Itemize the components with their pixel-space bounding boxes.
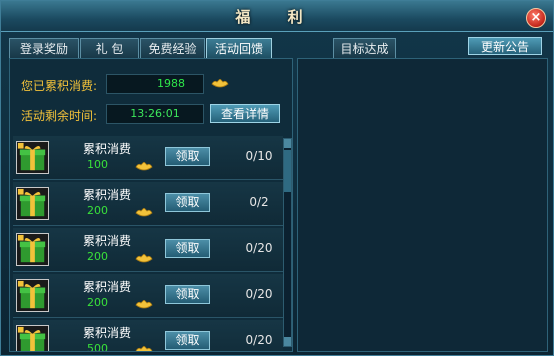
reward-row: 累积消费 200 领取 0/20 — [13, 274, 283, 318]
time-remaining-value: 13:26:01 — [106, 104, 204, 124]
close-icon: × — [530, 10, 542, 25]
reward-progress: 0/20 — [245, 287, 273, 301]
tab-gift-pack[interactable]: 礼 包 — [80, 38, 139, 58]
reward-name: 累积消费 — [83, 234, 132, 248]
reward-name: 累积消费 — [83, 326, 132, 340]
scroll-down-icon[interactable] — [284, 337, 291, 346]
reward-row: 累积消费 200 领取 0/2 — [13, 182, 283, 226]
gift-box-icon — [16, 233, 49, 266]
reward-amount: 500 — [87, 342, 108, 351]
gift-box-icon — [16, 325, 49, 351]
gold-ingot-icon — [135, 300, 153, 309]
claim-button[interactable]: 领取 — [165, 193, 210, 212]
window-title: 福 利 — [235, 8, 319, 26]
spent-label: 您已累积消费: — [21, 79, 98, 93]
reward-progress: 0/10 — [245, 149, 273, 163]
view-details-button[interactable]: 查看详情 — [210, 104, 280, 123]
tab-goal-achieved[interactable]: 目标达成 — [333, 38, 396, 58]
claim-button[interactable]: 领取 — [165, 147, 210, 166]
reward-name: 累积消费 — [83, 142, 132, 156]
announcement-panel — [297, 58, 548, 352]
reward-amount: 200 — [87, 250, 108, 263]
gold-ingot-icon — [135, 254, 153, 263]
welfare-window: 福 利 × 登录奖励 礼 包 免费经验 活动回馈 目标达成 更新公告 您已累积消… — [0, 0, 554, 356]
reward-amount: 200 — [87, 204, 108, 217]
reward-row: 累积消费 200 领取 0/20 — [13, 228, 283, 272]
reward-amount: 200 — [87, 296, 108, 309]
reward-amount: 100 — [87, 158, 108, 171]
gold-ingot-icon — [135, 346, 153, 351]
gift-box-icon — [16, 141, 49, 174]
gold-ingot-icon — [211, 79, 229, 88]
tab-free-exp[interactable]: 免费经验 — [140, 38, 205, 58]
tab-login-reward[interactable]: 登录奖励 — [9, 38, 79, 58]
reward-name: 累积消费 — [83, 280, 132, 294]
title-bar: 福 利 × — [1, 1, 553, 32]
scroll-thumb[interactable] — [284, 150, 291, 192]
reward-progress: 0/2 — [249, 195, 269, 209]
gold-ingot-icon — [135, 162, 153, 171]
reward-name: 累积消费 — [83, 188, 132, 202]
reward-progress: 0/20 — [245, 241, 273, 255]
claim-button[interactable]: 领取 — [165, 239, 210, 258]
close-button[interactable]: × — [526, 8, 546, 28]
gift-box-icon — [16, 279, 49, 312]
reward-progress: 0/20 — [245, 333, 273, 347]
claim-button[interactable]: 领取 — [165, 331, 210, 350]
reward-list-scrollbar[interactable] — [283, 138, 292, 347]
spent-value: 1988 — [106, 74, 204, 94]
scroll-up-icon[interactable] — [284, 139, 291, 148]
gold-ingot-icon — [135, 208, 153, 217]
gift-box-icon — [16, 187, 49, 220]
tab-event-reward[interactable]: 活动回馈 — [206, 38, 272, 58]
reward-list: 累积消费 100 领取 0/10 累积消费 200 领取 0/2 累积消费 20… — [13, 136, 283, 351]
claim-button[interactable]: 领取 — [165, 285, 210, 304]
time-remaining-label: 活动剩余时间: — [21, 109, 98, 123]
reward-row: 累积消费 500 领取 0/20 — [13, 320, 283, 351]
update-announcement-button[interactable]: 更新公告 — [468, 37, 542, 55]
reward-row: 累积消费 100 领取 0/10 — [13, 136, 283, 180]
